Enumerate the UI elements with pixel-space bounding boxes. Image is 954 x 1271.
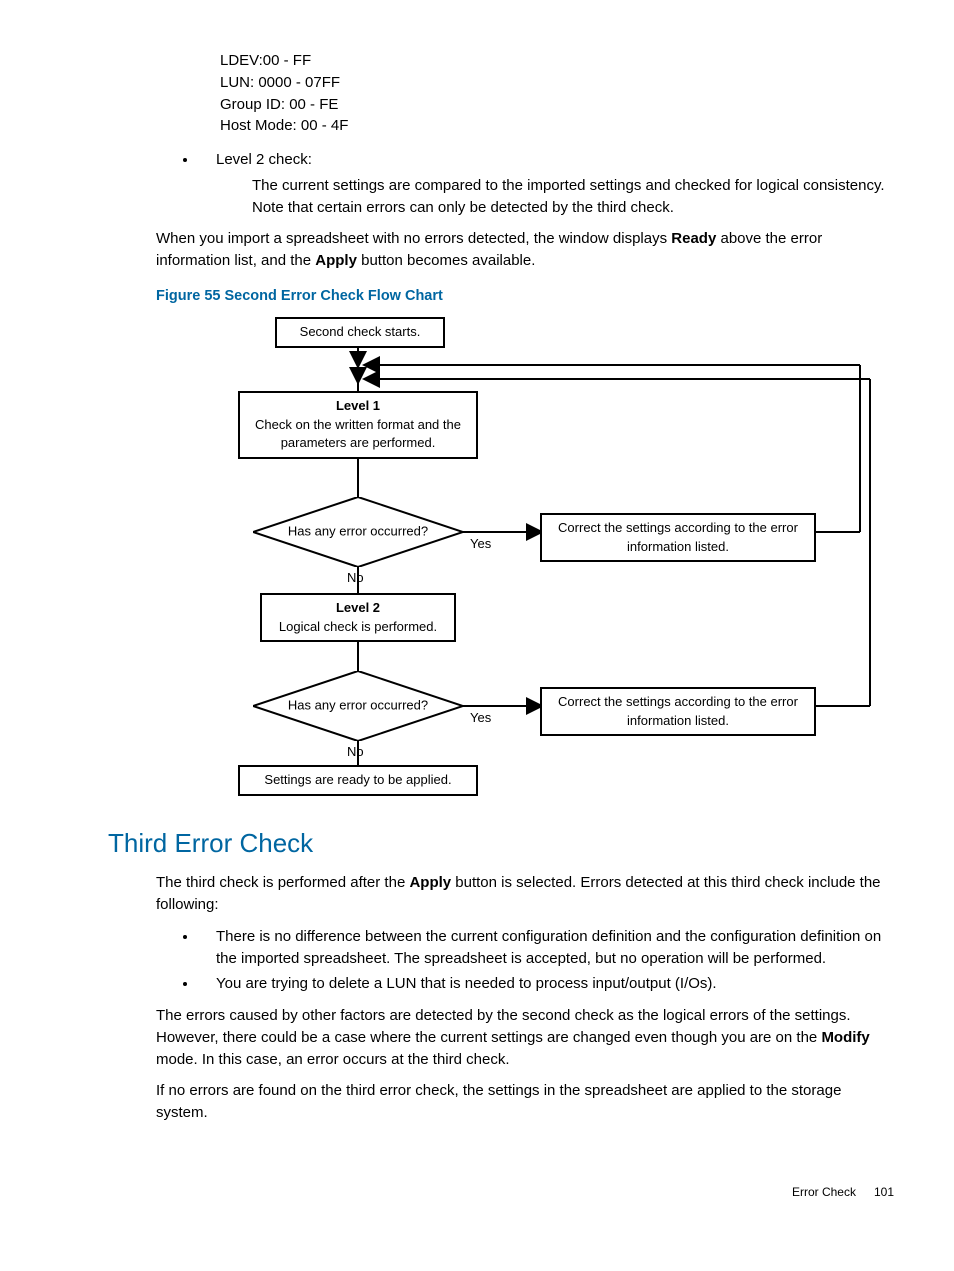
flow-text: Has any error occurred? bbox=[288, 522, 428, 541]
range-line: LDEV:00 - FF bbox=[220, 50, 894, 72]
text-run: button becomes available. bbox=[357, 252, 535, 269]
text-run: mode. In this case, an error occurs at t… bbox=[156, 1051, 510, 1068]
footer-page-number: 101 bbox=[874, 1184, 894, 1201]
range-line: Host Mode: 00 - 4F bbox=[220, 115, 894, 137]
third-error-check-heading: Third Error Check bbox=[108, 825, 894, 863]
flow-text: Correct the settings according to the er… bbox=[558, 520, 798, 554]
flow-decision-2: Has any error occurred? bbox=[253, 671, 463, 741]
text-run: When you import a spreadsheet with no er… bbox=[156, 230, 671, 247]
flow-text: Correct the settings according to the er… bbox=[558, 694, 798, 728]
flow-correct-2: Correct the settings according to the er… bbox=[540, 687, 816, 737]
third-para2: The errors caused by other factors are d… bbox=[156, 1005, 894, 1070]
apply-keyword: Apply bbox=[315, 252, 357, 269]
flow-text: Settings are ready to be applied. bbox=[264, 772, 451, 787]
flow-text: Logical check is performed. bbox=[268, 618, 448, 637]
flow-title: Level 1 bbox=[246, 397, 470, 416]
level2-description: The current settings are compared to the… bbox=[252, 175, 894, 219]
no-label: No bbox=[347, 743, 364, 762]
modify-keyword: Modify bbox=[821, 1029, 869, 1046]
range-line: Group ID: 00 - FE bbox=[220, 94, 894, 116]
flowchart: Second check starts. Level 1 Check on th… bbox=[180, 317, 880, 797]
yes-label: Yes bbox=[470, 535, 491, 554]
page-footer: Error Check 101 bbox=[60, 1184, 894, 1201]
flow-text: Has any error occurred? bbox=[288, 696, 428, 715]
flow-end: Settings are ready to be applied. bbox=[238, 765, 478, 796]
text-run: The errors caused by other factors are d… bbox=[156, 1007, 851, 1046]
ready-keyword: Ready bbox=[671, 230, 716, 247]
range-line: LUN: 0000 - 07FF bbox=[220, 72, 894, 94]
third-intro: The third check is performed after the A… bbox=[156, 872, 894, 916]
text-run: The third check is performed after the bbox=[156, 874, 409, 891]
level2-list: Level 2 check: The current settings are … bbox=[180, 149, 894, 218]
range-list: LDEV:00 - FF LUN: 0000 - 07FF Group ID: … bbox=[220, 50, 894, 137]
no-label: No bbox=[347, 569, 364, 588]
flow-level2: Level 2 Logical check is performed. bbox=[260, 593, 456, 643]
figure-caption: Figure 55 Second Error Check Flow Chart bbox=[156, 286, 894, 307]
flow-text: Second check starts. bbox=[300, 324, 421, 339]
flow-start: Second check starts. bbox=[275, 317, 445, 348]
flow-text: Check on the written format and the para… bbox=[246, 416, 470, 454]
third-para3: If no errors are found on the third erro… bbox=[156, 1080, 894, 1124]
third-bullet-list: There is no difference between the curre… bbox=[180, 926, 894, 995]
list-item: There is no difference between the curre… bbox=[198, 926, 894, 970]
level2-bullet-label: Level 2 check: bbox=[216, 151, 312, 168]
list-item: Level 2 check: The current settings are … bbox=[198, 149, 894, 218]
flow-level1: Level 1 Check on the written format and … bbox=[238, 391, 478, 460]
footer-section: Error Check bbox=[792, 1184, 856, 1201]
list-item: You are trying to delete a LUN that is n… bbox=[198, 973, 894, 995]
import-paragraph: When you import a spreadsheet with no er… bbox=[156, 228, 894, 272]
flow-decision-1: Has any error occurred? bbox=[253, 497, 463, 567]
apply-keyword: Apply bbox=[409, 874, 451, 891]
flow-correct-1: Correct the settings according to the er… bbox=[540, 513, 816, 563]
flow-title: Level 2 bbox=[268, 599, 448, 618]
yes-label: Yes bbox=[470, 709, 491, 728]
